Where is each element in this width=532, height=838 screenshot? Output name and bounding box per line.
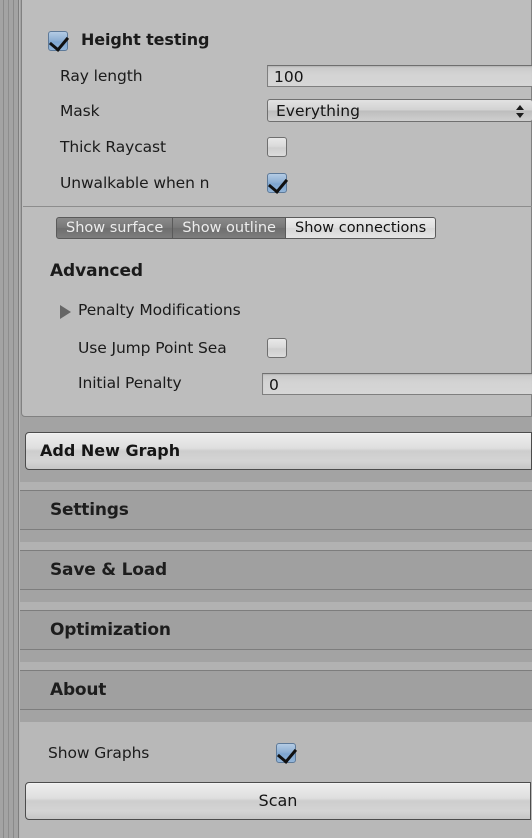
toolbar-button-show-outline[interactable]: Show outline <box>173 217 286 239</box>
section-gap-2 <box>20 542 532 550</box>
initial-penalty-value: 0 <box>269 376 279 394</box>
section-label-optimization: Optimization <box>50 620 171 640</box>
section-header-optimization[interactable]: Optimization <box>20 610 532 650</box>
scan-button-label: Scan <box>258 791 298 810</box>
mask-value: Everything <box>276 102 360 120</box>
use-jump-point-search-label: Use Jump Point Sea <box>78 339 227 357</box>
section-label-save-and-load: Save & Load <box>50 560 167 580</box>
ray-length-input[interactable]: 100 <box>267 65 532 87</box>
about-panel: Show Graphs Scan <box>20 722 532 838</box>
triangle-right-icon[interactable] <box>60 305 71 319</box>
mask-dropdown[interactable]: Everything <box>267 99 532 122</box>
section-gap-1 <box>20 482 532 490</box>
inspector-content: Mask Nothing Height testing Ray length <box>20 0 532 838</box>
toolbar-button-show-connections[interactable]: Show connections <box>285 217 437 239</box>
window-left-chrome <box>0 0 22 838</box>
section-header-about[interactable]: About <box>20 670 532 710</box>
initial-penalty-label: Initial Penalty <box>78 374 182 392</box>
inspector-window: Mask Nothing Height testing Ray length <box>0 0 532 838</box>
use-jump-point-label-clip: Use Jump Point Sea <box>22 336 267 363</box>
height-testing-checkbox[interactable] <box>48 31 70 52</box>
show-graphs-checkbox[interactable] <box>276 743 298 764</box>
chevron-updown-icon <box>516 105 524 118</box>
row-penalty-modifications[interactable]: Penalty Modifications <box>22 299 532 326</box>
row-thick-raycast: Thick Raycast <box>22 135 532 162</box>
section-header-settings[interactable]: Settings <box>20 490 532 530</box>
ray-length-value: 100 <box>274 68 304 86</box>
ray-length-label: Ray length <box>60 67 143 85</box>
thick-raycast-checkbox[interactable] <box>267 137 287 157</box>
row-mask: Mask Everything <box>22 99 532 126</box>
row-initial-penalty: Initial Penalty 0 <box>22 372 532 399</box>
graph-settings-box: Mask Nothing Height testing Ray length <box>21 0 532 417</box>
section-gap-4 <box>20 662 532 670</box>
row-height-testing[interactable]: Height testing <box>22 29 532 56</box>
unwalkable-when-no-ground-label: Unwalkable when n <box>60 174 210 192</box>
row-unwalkable-when-no-ground: Unwalkable when n <box>22 171 532 198</box>
chrome-divider-1 <box>3 0 4 838</box>
unwalkable-when-no-ground-checkbox[interactable] <box>267 173 289 194</box>
scan-button[interactable]: Scan <box>25 782 531 820</box>
mask-label: Mask <box>60 102 100 120</box>
penalty-modifications-label: Penalty Modifications <box>78 301 241 319</box>
box-separator <box>23 206 532 207</box>
display-mode-toolbar[interactable]: Show surface Show outline Show connectio… <box>56 217 437 239</box>
section-label-about: About <box>50 680 107 700</box>
row-use-jump-point-search: Use Jump Point Sea <box>22 336 532 363</box>
unwalkable-label-clip: Unwalkable when n <box>22 171 267 198</box>
row-show-graphs: Show Graphs <box>20 742 531 769</box>
check-icon <box>48 31 70 52</box>
chrome-divider-2 <box>8 0 9 838</box>
chrome-divider-3 <box>13 0 14 838</box>
check-icon <box>276 743 298 764</box>
toolbar-button-show-surface[interactable]: Show surface <box>56 217 174 239</box>
section-gap-3 <box>20 602 532 610</box>
show-graphs-label: Show Graphs <box>48 744 150 762</box>
add-new-graph-button[interactable]: Add New Graph <box>25 432 532 470</box>
thick-raycast-label: Thick Raycast <box>60 138 166 156</box>
check-icon <box>267 173 289 194</box>
advanced-heading: Advanced <box>50 261 143 281</box>
row-ray-length: Ray length 100 <box>22 64 532 91</box>
row-advanced-heading: Advanced <box>22 259 532 286</box>
row-mask-clipped: Mask Nothing <box>22 0 532 18</box>
initial-penalty-input[interactable]: 0 <box>262 373 532 395</box>
section-header-save-and-load[interactable]: Save & Load <box>20 550 532 590</box>
section-label-settings: Settings <box>50 500 129 520</box>
height-testing-label: Height testing <box>81 30 210 49</box>
use-jump-point-search-checkbox[interactable] <box>267 338 287 358</box>
add-new-graph-label: Add New Graph <box>40 441 181 460</box>
